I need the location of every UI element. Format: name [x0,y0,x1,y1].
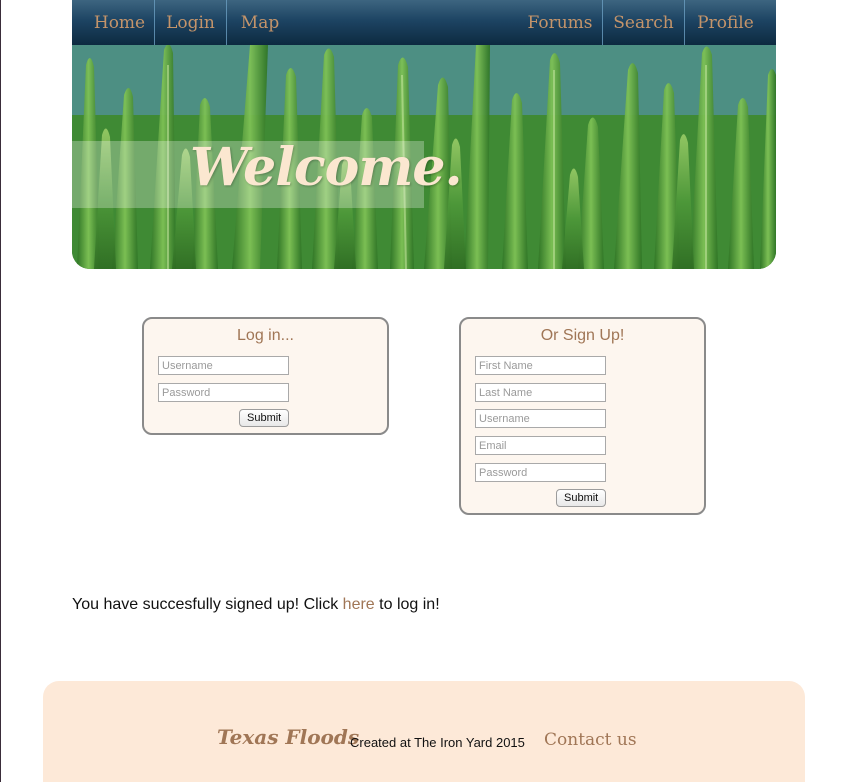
signup-last-name-input[interactable] [475,383,606,402]
signup-password-input[interactable] [475,463,606,482]
nav-map-link[interactable]: Map [227,0,293,45]
login-here-link[interactable]: here [343,596,375,613]
signup-first-name-input[interactable] [475,356,606,375]
top-nav: Home Login Map Forums Search Profile [72,0,776,45]
signup-success-message: You have succesfully signed up! Click he… [72,596,440,614]
nav-search-link[interactable]: Search [603,0,684,45]
signup-form: Or Sign Up! Submit [459,317,706,515]
login-form: Log in... Submit [142,317,389,435]
signup-submit-button[interactable]: Submit [556,489,607,507]
nav-home-link[interactable]: Home [84,0,155,45]
window-edge [0,0,1,782]
welcome-heading: Welcome. [190,137,463,198]
signup-title: Or Sign Up! [540,327,625,344]
message-prefix: You have succesfully signed up! Click [72,596,343,613]
footer-brand-logo: Texas Floods [217,725,360,749]
login-submit-button[interactable]: Submit [239,409,290,427]
footer-credit: Created at The Iron Yard 2015 [350,735,525,750]
message-suffix: to log in! [374,596,440,613]
nav-profile-link[interactable]: Profile [685,0,766,45]
nav-forums-link[interactable]: Forums [520,0,600,45]
hero-banner: Welcome. [72,45,776,269]
footer: Texas Floods Created at The Iron Yard 20… [43,681,805,782]
login-password-input[interactable] [158,383,289,402]
footer-contact-link[interactable]: Contact us [544,730,637,750]
login-title: Log in... [237,327,294,344]
signup-email-input[interactable] [475,436,606,455]
signup-username-input[interactable] [475,409,606,428]
login-username-input[interactable] [158,356,289,375]
nav-login-link[interactable]: Login [155,0,226,45]
